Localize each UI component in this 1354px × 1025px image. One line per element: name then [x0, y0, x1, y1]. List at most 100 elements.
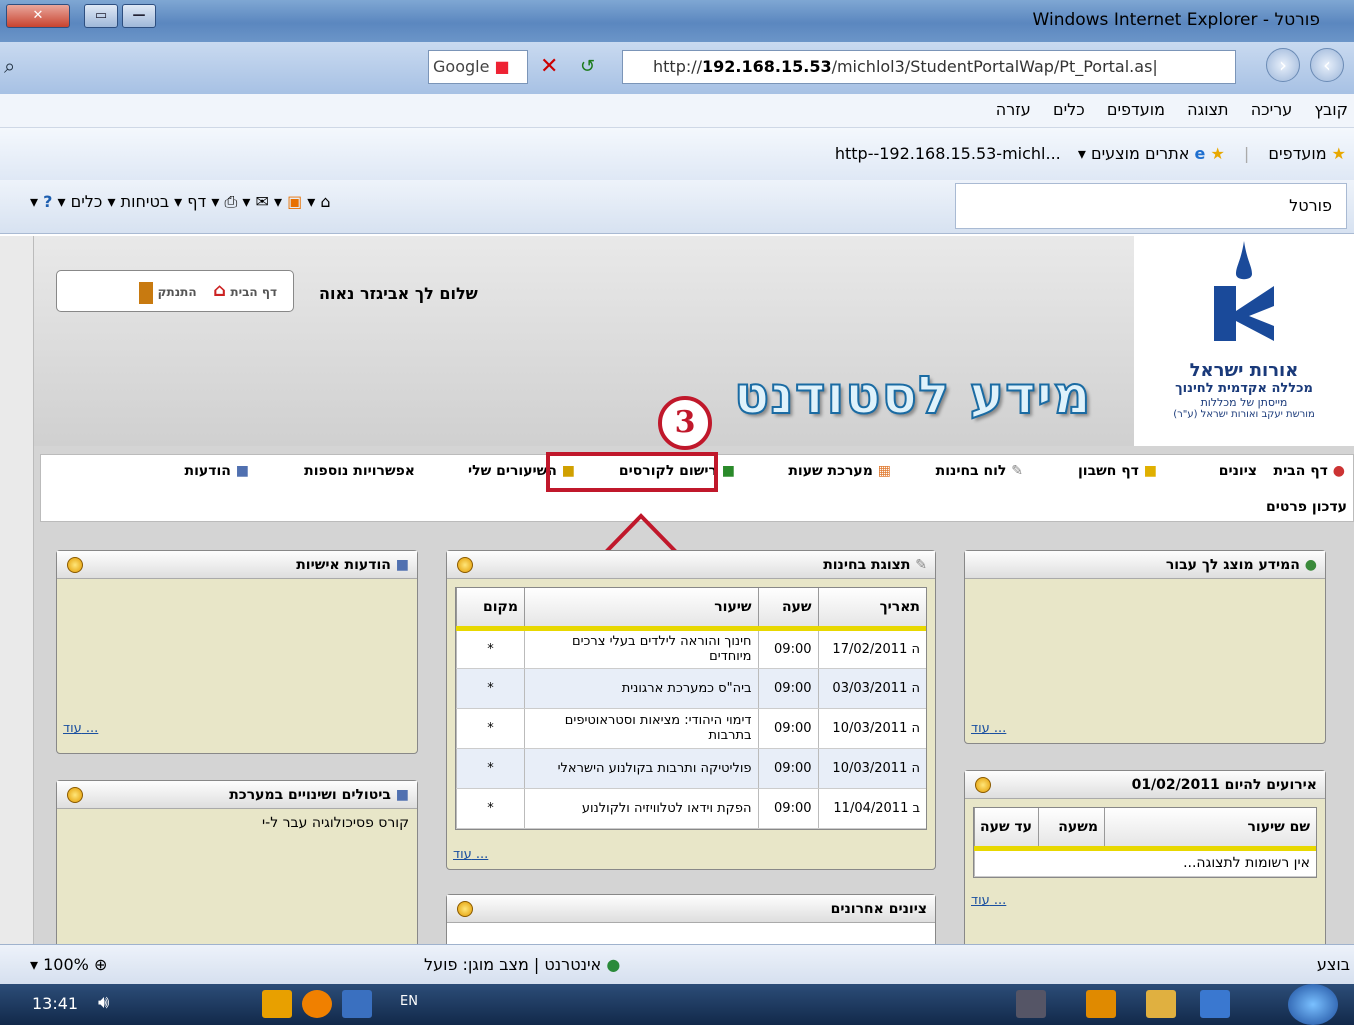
print-icon[interactable]: ⎙ — [224, 192, 237, 211]
favorites-button[interactable]: מועדפים — [1268, 144, 1326, 163]
events-panel-title: אירועים להיום 01/02/2011 — [1131, 777, 1317, 793]
taskbar-app-icon[interactable] — [1016, 990, 1046, 1018]
menu-view[interactable]: תצוגה — [1187, 100, 1228, 119]
exams-col-lesson: שיעור — [524, 588, 758, 631]
college-logo: אורות ישראל מכללה אקדמית לחינוך מייסתן ש… — [1134, 236, 1354, 446]
logo-subtitle: מכללה אקדמית לחינוך — [1175, 381, 1313, 396]
nav-schedule[interactable]: ▦ מערכת שעות — [788, 463, 891, 479]
exam-lesson: הפקת וידאו לטלוויזיה ולקולנוע — [524, 788, 758, 829]
collapse-icon[interactable] — [457, 557, 473, 573]
page-menu[interactable]: דף — [187, 192, 206, 211]
address-bar[interactable]: http://192.168.15.53/michlol3/StudentPor… — [622, 50, 1236, 84]
suggested-sites[interactable]: אתרים מוצעים — [1091, 144, 1189, 163]
home-link[interactable]: דף הבית — [230, 285, 277, 299]
star-icon: ★ — [1331, 144, 1346, 163]
step-number: 3 — [658, 396, 712, 450]
outlook-tray-icon[interactable] — [262, 990, 292, 1018]
tools-menu[interactable]: כלים — [71, 192, 103, 211]
google-search-box[interactable]: Google ■ — [428, 50, 528, 84]
start-button[interactable] — [1288, 984, 1338, 1025]
changes-text: קורס פסיכולוגיה עבר ל-י — [262, 815, 409, 831]
favorites-bar: ★ מועדפים | ★ e אתרים מוצעים ▾ ...http--… — [0, 128, 1354, 180]
page-title: מידע לסטודנט — [733, 365, 1092, 427]
nav-account[interactable]: ■ דף חשבון — [1078, 463, 1157, 479]
home-icon[interactable]: ⌂ — [320, 192, 330, 211]
events-more-link[interactable]: עוד ... — [971, 893, 1006, 908]
refresh-icon[interactable]: ↺ — [580, 56, 595, 77]
menu-file[interactable]: קובץ — [1314, 100, 1348, 119]
grades-panel-title: ציונים אחרונים — [830, 901, 927, 917]
back-button[interactable]: ‹ — [1310, 48, 1344, 82]
tray-icon-2[interactable] — [342, 990, 372, 1018]
menu-edit[interactable]: עריכה — [1251, 100, 1293, 119]
taskbar: 13:41 EN 🔊︎ — [0, 984, 1354, 1025]
grades-panel: ציונים אחרונים — [446, 894, 936, 944]
help-icon[interactable]: ? — [43, 192, 52, 211]
exam-place: * — [456, 788, 525, 829]
nav-messages[interactable]: ■ הודעות — [185, 463, 249, 479]
menu-help[interactable]: עזרה — [996, 100, 1031, 119]
nav-more-options-label: אפשרויות נוספות — [304, 463, 415, 479]
status-bar: ▾ 100% ⊕ ● אינטרנט | מצב מוגן: פועל בוצע — [0, 944, 1354, 984]
events-col-name: שם שיעור — [1104, 808, 1316, 851]
events-table: שם שיעור משעה עד שעה אין רשומות לתצוגה... — [974, 808, 1316, 877]
collapse-icon[interactable] — [975, 777, 991, 793]
nav-more-options[interactable]: אפשרויות נוספות — [304, 463, 415, 479]
close-button[interactable]: ✕ — [6, 4, 70, 28]
house-icon: ⌂ — [213, 280, 227, 301]
volume-icon[interactable]: 🔊︎ — [98, 992, 109, 1013]
tray-icon[interactable] — [302, 990, 332, 1018]
exam-date: ה 10/03/2011 — [817, 708, 926, 749]
logout-link[interactable]: התנתק — [158, 285, 197, 299]
language-indicator[interactable]: EN — [400, 994, 418, 1009]
exam-date: ב 11/04/2011 — [817, 788, 926, 829]
exams-panel-header: ✎ תצוגת בחינות — [447, 551, 935, 579]
powerpoint-taskbar-icon[interactable] — [1086, 990, 1116, 1018]
exam-row: ב 11/04/2011 09:00 הפקת וידאו לטלוויזיה ול… — [456, 788, 926, 829]
mail-icon[interactable]: ✉ — [255, 192, 268, 211]
info-more-link[interactable]: עוד ... — [971, 721, 1006, 736]
exam-date: ה 17/02/2011 — [817, 628, 926, 669]
menu-favorites[interactable]: מועדפים — [1107, 100, 1165, 119]
ie-taskbar-icon[interactable] — [1200, 990, 1230, 1018]
exams-more-link[interactable]: עוד ... — [453, 847, 488, 862]
nav-exams[interactable]: ✎ לוח בחינות — [936, 463, 1023, 479]
exam-date: ה 03/03/2011 — [817, 668, 926, 709]
collapse-icon[interactable] — [67, 557, 83, 573]
forward-button[interactable]: › — [1266, 48, 1300, 82]
events-col-to: עד שעה — [974, 808, 1039, 851]
nav-schedule-label: מערכת שעות — [788, 463, 873, 479]
exams-col-date: תאריך — [817, 588, 926, 631]
add-favorite-icon[interactable]: ★ — [1210, 144, 1224, 163]
zoom-dropdown[interactable]: ▾ 100% ⊕ — [30, 955, 107, 974]
nav-exams-label: לוח בחינות — [935, 463, 1007, 479]
stop-icon[interactable]: ✕ — [540, 54, 558, 79]
title-bar: ✕ ▭ — פורטל - Windows Internet Explorer — [0, 0, 1354, 42]
messages-more-link[interactable]: עוד ... — [63, 721, 98, 736]
page-content: אורות ישראל מכללה אקדמית לחינוך מייסתן ש… — [34, 236, 1354, 944]
left-scrollbar[interactable] — [0, 236, 34, 944]
url-host: 192.168.15.53 — [702, 57, 832, 76]
nav-grades[interactable]: ציונים — [1219, 463, 1257, 479]
collapse-icon[interactable] — [67, 787, 83, 803]
google-label: Google — [433, 57, 490, 76]
maximize-button[interactable]: ▭ — [84, 4, 118, 28]
nav-update-details[interactable]: עדכון פרטים — [1266, 499, 1347, 515]
explorer-taskbar-icon[interactable] — [1146, 990, 1176, 1018]
nav-home[interactable]: ● דף הבית — [1274, 463, 1346, 479]
changes-panel-title: ביטולים ושינויים במערכת — [229, 787, 391, 803]
favorite-link[interactable]: ...http--192.168.15.53-michl — [835, 144, 1061, 163]
safety-menu[interactable]: בטיחות — [121, 192, 170, 211]
search-icon[interactable]: ⌕ — [4, 54, 15, 78]
tab-portal[interactable]: פורטל — [955, 183, 1347, 229]
nav-account-label: דף חשבון — [1077, 463, 1139, 479]
address-row: ⌕ Google ■ ✕ ↺ http://192.168.15.53/mich… — [0, 42, 1354, 94]
info-panel: ● המידע מוצג לך עבור עוד ... — [964, 550, 1326, 744]
feeds-icon[interactable]: ▣ — [287, 192, 302, 211]
globe-icon: ● — [606, 955, 621, 974]
menu-tools[interactable]: כלים — [1053, 100, 1085, 119]
collapse-icon[interactable] — [457, 901, 473, 917]
minimize-button[interactable]: — — [122, 4, 156, 28]
exam-row: ה 10/03/2011 09:00 דימוי היהודי: מציאות וס… — [456, 708, 926, 749]
exams-col-place: מקום — [456, 588, 525, 631]
